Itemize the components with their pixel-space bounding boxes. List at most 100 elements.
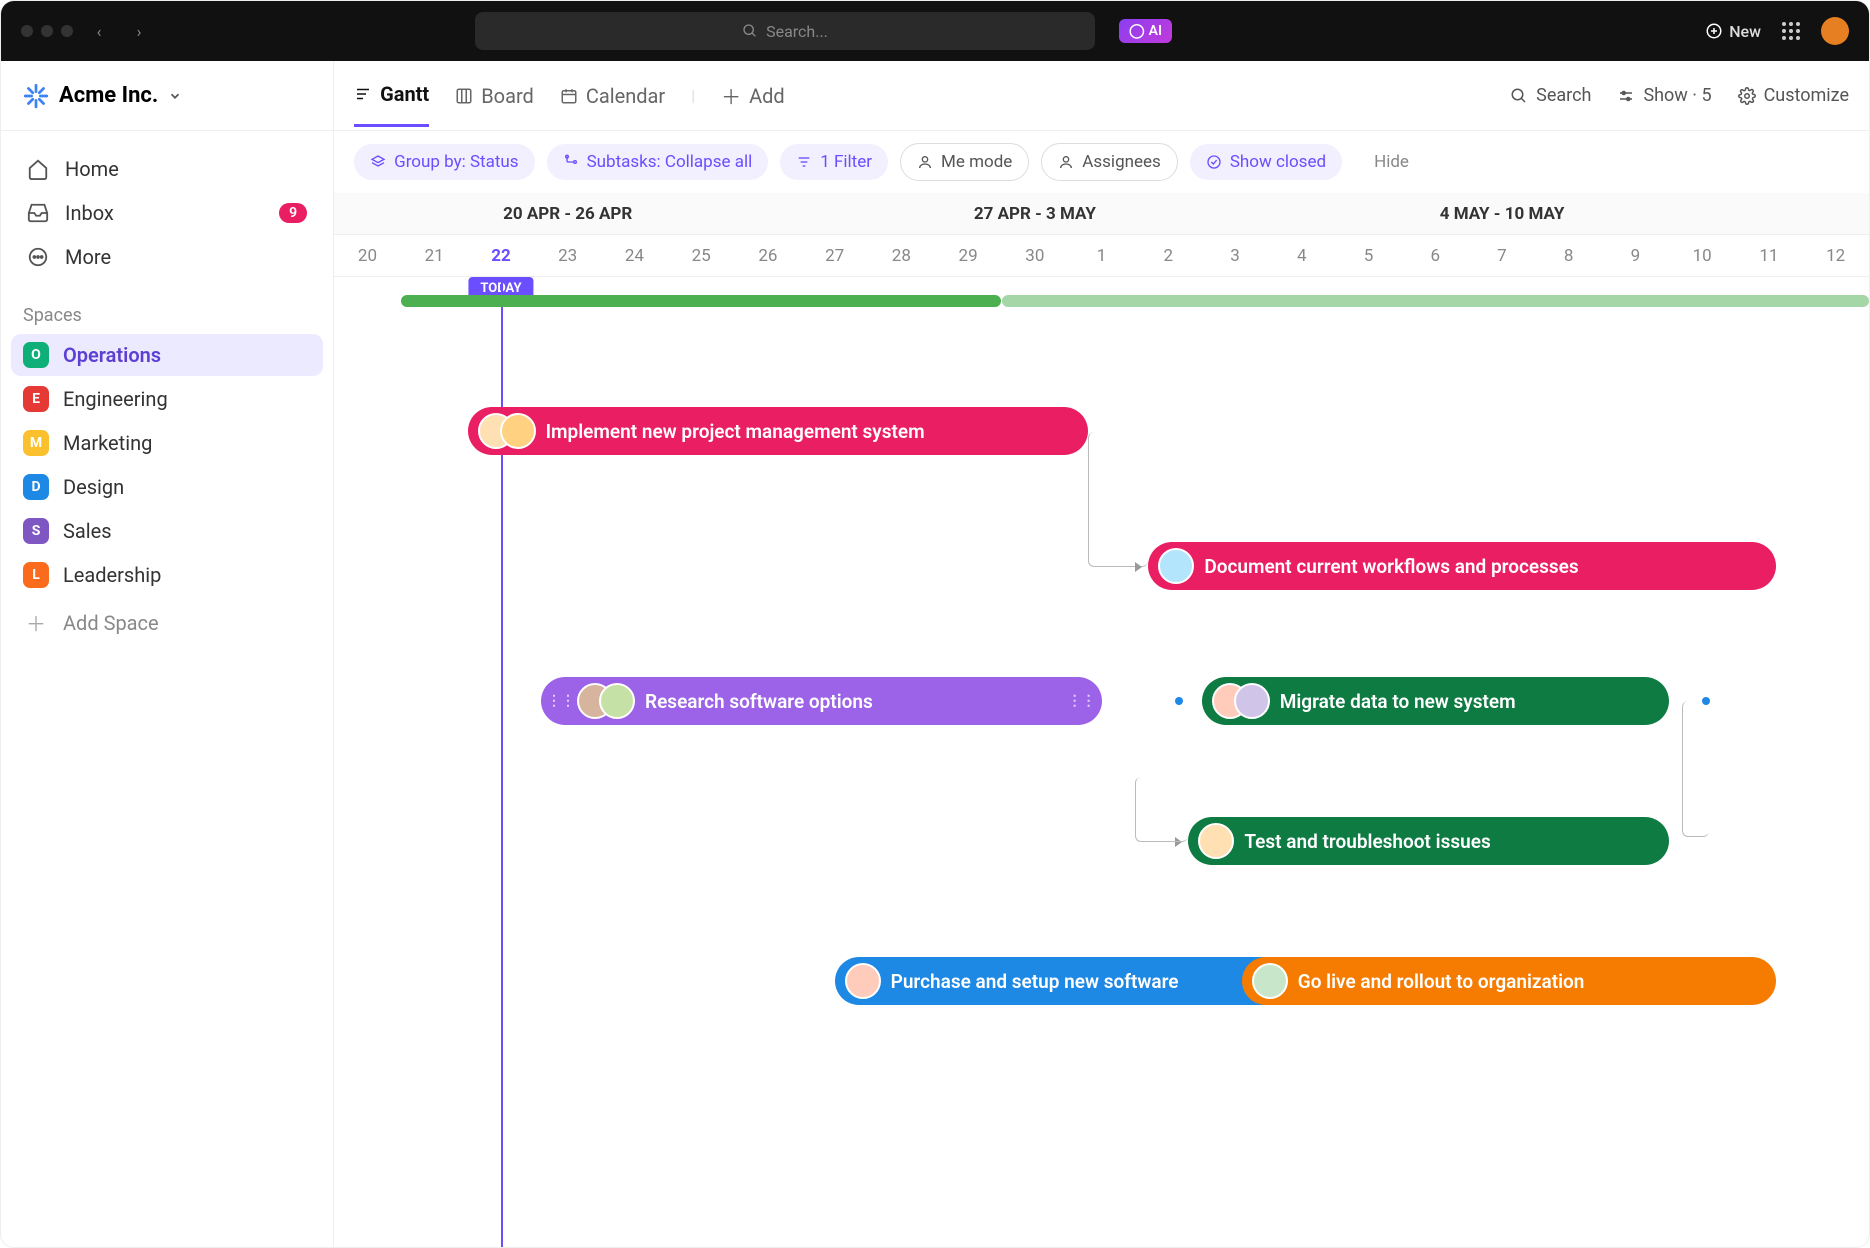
gear-icon <box>1738 87 1756 105</box>
sidebar: Acme Inc. Home Inbox9 More Spaces OOpera… <box>1 61 334 1247</box>
nav-more[interactable]: More <box>15 235 319 279</box>
nav-inbox[interactable]: Inbox9 <box>15 191 319 235</box>
milestone-dot <box>1175 697 1183 705</box>
sidebar-space-leadership[interactable]: LLeadership <box>11 554 323 596</box>
person-icon <box>917 154 933 170</box>
sliders-icon <box>1617 87 1635 105</box>
day-header: 10 <box>1669 235 1736 276</box>
sidebar-space-sales[interactable]: SSales <box>11 510 323 552</box>
search-icon <box>742 23 758 39</box>
day-header: 1 <box>1068 235 1135 276</box>
spaces-heading: Spaces <box>1 295 333 332</box>
workspace-switcher[interactable]: Acme Inc. <box>1 61 333 131</box>
add-view-button[interactable]: ＋Add <box>721 63 785 128</box>
drag-handle-icon[interactable]: ⋮⋮ <box>1068 693 1084 709</box>
apps-icon[interactable] <box>1779 19 1803 43</box>
more-icon <box>27 246 49 268</box>
sidebar-space-marketing[interactable]: MMarketing <box>11 422 323 464</box>
inbox-icon <box>27 202 49 224</box>
dependency-line <box>1682 701 1709 837</box>
chevron-down-icon <box>168 89 182 103</box>
show-closed-pill[interactable]: Show closed <box>1190 144 1342 180</box>
plus-circle-icon <box>1705 22 1723 40</box>
week-header: 20 APR - 26 APR <box>334 193 801 234</box>
filters-row: Group by: Status Subtasks: Collapse all … <box>334 131 1869 193</box>
filter-pill[interactable]: 1 Filter <box>780 144 888 180</box>
drag-handle-icon[interactable]: ⋮⋮ <box>547 693 563 709</box>
day-header: 4 <box>1268 235 1335 276</box>
day-header: 23 <box>534 235 601 276</box>
search-button[interactable]: Search <box>1510 85 1591 106</box>
inbox-badge: 9 <box>279 203 307 223</box>
summary-bar-light <box>1002 295 1870 307</box>
tab-gantt[interactable]: Gantt <box>354 64 429 127</box>
day-header: 3 <box>1202 235 1269 276</box>
global-search-input[interactable]: Search... <box>475 12 1095 50</box>
day-header: 22 <box>468 235 535 276</box>
add-space-button[interactable]: ＋Add Space <box>11 600 323 645</box>
plus-icon: ＋ <box>721 81 741 110</box>
filter-icon <box>796 154 812 170</box>
day-header: 11 <box>1736 235 1803 276</box>
day-header: 6 <box>1402 235 1469 276</box>
group-by-pill[interactable]: Group by: Status <box>354 144 534 180</box>
sidebar-space-operations[interactable]: OOperations <box>11 334 323 376</box>
arrow-icon <box>1135 562 1142 572</box>
summary-bar-solid <box>401 295 1002 307</box>
dependency-line <box>1135 777 1188 842</box>
day-header: 2 <box>1135 235 1202 276</box>
sidebar-space-design[interactable]: DDesign <box>11 466 323 508</box>
day-header: 7 <box>1469 235 1536 276</box>
nav-forward-button[interactable]: › <box>125 17 153 45</box>
timeline: 20 APR - 26 APR27 APR - 3 MAY4 MAY - 10 … <box>334 193 1869 1247</box>
check-circle-icon <box>1206 154 1222 170</box>
task-bar[interactable]: Test and troubleshoot issues <box>1188 817 1669 865</box>
subtasks-pill[interactable]: Subtasks: Collapse all <box>547 144 769 180</box>
task-bar[interactable]: Implement new project management system <box>468 407 1089 455</box>
dependency-line <box>1088 432 1148 567</box>
day-header: 5 <box>1335 235 1402 276</box>
customize-button[interactable]: Customize <box>1738 85 1849 106</box>
me-mode-pill[interactable]: Me mode <box>900 143 1029 181</box>
day-header: 30 <box>1001 235 1068 276</box>
new-button[interactable]: New <box>1705 22 1761 41</box>
day-header: 20 <box>334 235 401 276</box>
workspace-logo-icon <box>23 83 49 109</box>
task-bar[interactable]: Migrate data to new system <box>1202 677 1669 725</box>
nav-back-button[interactable]: ‹ <box>85 17 113 45</box>
tab-calendar[interactable]: Calendar <box>560 66 665 126</box>
nav-home[interactable]: Home <box>15 147 319 191</box>
person-icon <box>1058 154 1074 170</box>
week-header: 27 APR - 3 MAY <box>801 193 1268 234</box>
task-bar[interactable]: Go live and rollout to organization <box>1242 957 1776 1005</box>
view-tabs: Gantt Board Calendar | ＋Add Search Show … <box>334 61 1869 131</box>
week-header: 4 MAY - 10 MAY <box>1268 193 1735 234</box>
day-header: 21 <box>401 235 468 276</box>
day-header: 27 <box>801 235 868 276</box>
subtasks-icon <box>563 154 579 170</box>
titlebar: ‹ › Search... ◯AI New <box>1 1 1869 61</box>
home-icon <box>27 158 49 180</box>
day-header: 9 <box>1602 235 1669 276</box>
search-placeholder: Search... <box>766 22 828 41</box>
task-bar[interactable]: Document current workflows and processes <box>1148 542 1775 590</box>
window-controls[interactable] <box>21 25 73 37</box>
show-button[interactable]: Show · 5 <box>1617 85 1711 106</box>
search-icon <box>1510 87 1528 105</box>
layers-icon <box>370 154 386 170</box>
milestone-dot <box>1702 697 1710 705</box>
gantt-icon <box>354 85 372 103</box>
user-avatar[interactable] <box>1821 17 1849 45</box>
tab-board[interactable]: Board <box>455 66 534 126</box>
calendar-icon <box>560 87 578 105</box>
day-header: 28 <box>868 235 935 276</box>
task-bar[interactable]: ⋮⋮Research software options⋮⋮ <box>541 677 1102 725</box>
assignees-pill[interactable]: Assignees <box>1041 143 1178 181</box>
day-header: 26 <box>735 235 802 276</box>
hide-button[interactable]: Hide <box>1374 152 1409 172</box>
gantt-chart[interactable]: Implement new project management system … <box>334 277 1869 1077</box>
ai-button[interactable]: ◯AI <box>1119 19 1172 43</box>
sidebar-space-engineering[interactable]: EEngineering <box>11 378 323 420</box>
plus-icon: ＋ <box>23 608 49 637</box>
day-header: 29 <box>935 235 1002 276</box>
